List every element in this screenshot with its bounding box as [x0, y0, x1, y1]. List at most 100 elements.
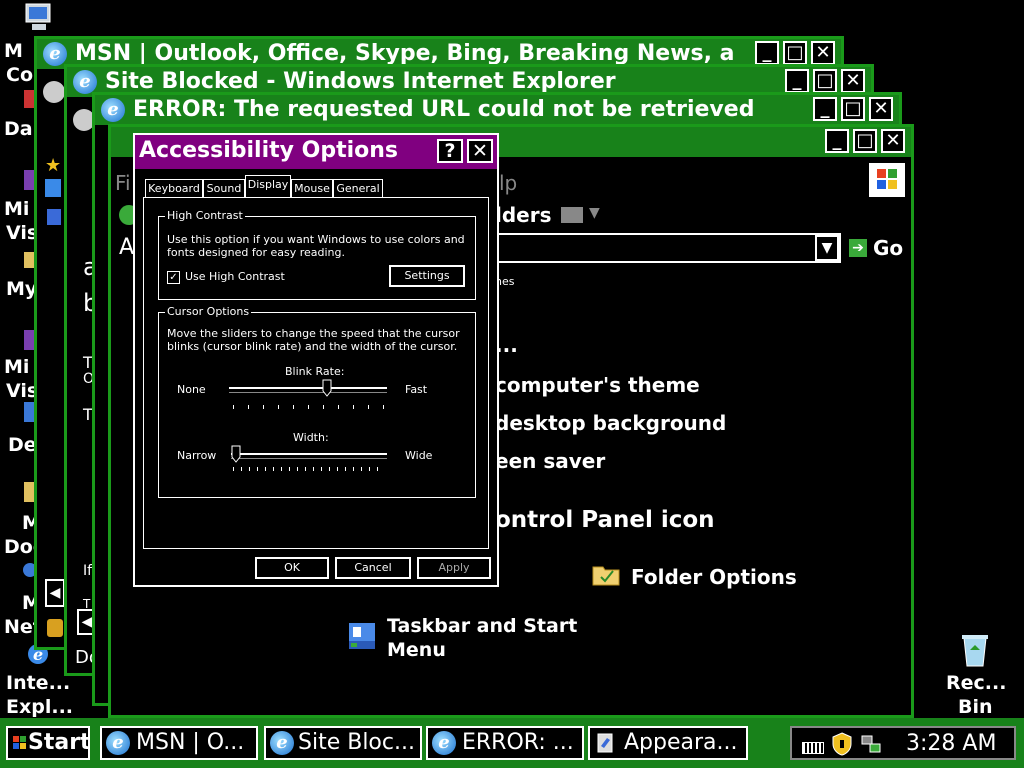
tab-display[interactable]: Display: [245, 175, 291, 198]
folder-options-link[interactable]: Folder Options: [631, 565, 797, 589]
tab-sound[interactable]: Sound: [203, 179, 245, 198]
maximize-button[interactable]: □: [783, 41, 807, 65]
keyboard-icon[interactable]: [802, 742, 824, 754]
control-panel-icon-link[interactable]: ontrol Panel icon: [495, 507, 715, 533]
address-dropdown-button[interactable]: ▼: [815, 235, 839, 261]
high-contrast-group: High Contrast Use this option if you wan…: [158, 209, 476, 300]
taskbar-start-menu-icon[interactable]: [347, 621, 377, 651]
windows-logo-icon: [13, 736, 26, 749]
blink-rate-ticks: [233, 405, 385, 409]
blink-rate-max-label: Fast: [405, 383, 428, 396]
maximize-button[interactable]: □: [841, 97, 865, 121]
cursor-options-description: Move the sliders to change the speed tha…: [167, 327, 460, 353]
scroll-left-button[interactable]: ◀: [45, 579, 65, 607]
taskbar-task-msn[interactable]: e MSN | O...: [100, 726, 258, 760]
tab-keyboard[interactable]: Keyboard: [145, 179, 203, 198]
go-button[interactable]: Go: [873, 236, 903, 260]
network-connection-icon[interactable]: [860, 734, 882, 754]
help-button[interactable]: ?: [437, 139, 463, 163]
menu-help[interactable]: lp: [499, 171, 517, 195]
start-button[interactable]: Start: [6, 726, 90, 760]
error-titlebar[interactable]: e ERROR: The requested URL could not be …: [95, 95, 899, 125]
task-label: ERROR: ...: [462, 730, 574, 755]
taskbar-task-error[interactable]: e ERROR: ...: [426, 726, 584, 760]
clock[interactable]: 3:28 AM: [906, 730, 996, 758]
dialog-title: Accessibility Options: [139, 138, 399, 163]
maximize-button[interactable]: □: [813, 69, 837, 93]
window-title: ERROR: The requested URL could not be re…: [133, 97, 753, 122]
taskbar-task-appearance[interactable]: Appeara...: [588, 726, 748, 760]
address-label: A: [119, 235, 135, 260]
security-icon: [47, 209, 61, 225]
blink-rate-slider-track[interactable]: [229, 387, 387, 393]
group-label: High Contrast: [165, 209, 245, 222]
close-button[interactable]: ✕: [811, 41, 835, 65]
checkbox-label[interactable]: Use High Contrast: [185, 270, 285, 283]
width-slider-thumb[interactable]: [231, 445, 241, 463]
apply-button[interactable]: Apply: [417, 557, 491, 579]
back-button[interactable]: [43, 81, 65, 103]
menu-file[interactable]: Fi: [115, 171, 131, 195]
internet-explorer-icon: e: [270, 731, 294, 755]
internet-explorer-icon: e: [101, 98, 125, 122]
taskbar-start-menu-link-line2[interactable]: Menu: [387, 639, 446, 661]
width-min-label: Narrow: [177, 449, 217, 462]
blink-rate-min-label: None: [177, 383, 206, 396]
control-panel-icon: [597, 733, 613, 753]
close-button[interactable]: ✕: [841, 69, 865, 93]
task-label: Site Bloc...: [298, 730, 415, 755]
minimize-button[interactable]: _: [755, 41, 779, 65]
task-label: MSN | O...: [136, 730, 245, 755]
tab-mouse[interactable]: Mouse: [291, 179, 333, 198]
cursor-options-group: Cursor Options Move the sliders to chang…: [158, 305, 476, 498]
address-bar[interactable]: [495, 233, 841, 263]
taskbar-task-site-blocked[interactable]: e Site Bloc...: [264, 726, 422, 760]
internet-explorer-icon: e: [73, 70, 97, 94]
page-letter: If: [83, 563, 93, 579]
minimize-button[interactable]: _: [825, 129, 849, 153]
accessibility-options-dialog[interactable]: Accessibility Options ? ✕ Keyboard Sound…: [133, 133, 499, 587]
minimize-button[interactable]: _: [813, 97, 837, 121]
maximize-button[interactable]: □: [853, 129, 877, 153]
close-button[interactable]: ✕: [467, 139, 493, 163]
internet-explorer-icon: e: [43, 42, 67, 66]
width-label: Width:: [293, 431, 329, 444]
computer-icon: [25, 3, 51, 30]
width-max-label: Wide: [405, 449, 433, 462]
choose-screen-saver-link[interactable]: een saver: [495, 449, 605, 473]
folders-button[interactable]: lders: [495, 203, 552, 227]
dialog-titlebar[interactable]: Accessibility Options ? ✕: [135, 135, 497, 169]
folder-options-icon[interactable]: [591, 561, 621, 587]
taskbar-start-menu-link[interactable]: Taskbar and Start: [387, 615, 577, 637]
views-icon[interactable]: [561, 207, 583, 223]
cancel-button[interactable]: Cancel: [335, 557, 411, 579]
minimize-button[interactable]: _: [785, 69, 809, 93]
desktop-icon-recycle-bin[interactable]: Rec... Bin: [940, 632, 1010, 718]
system-tray: 3:28 AM: [790, 726, 1016, 760]
internet-explorer-icon: e: [432, 731, 456, 755]
change-theme-link[interactable]: computer's theme: [495, 373, 700, 397]
tab-general[interactable]: General: [333, 179, 383, 198]
close-button[interactable]: ✕: [869, 97, 893, 121]
go-arrow-icon[interactable]: ➔: [849, 239, 867, 257]
change-desktop-background-link[interactable]: desktop background: [495, 411, 726, 435]
views-dropdown-icon[interactable]: ▼: [589, 205, 600, 221]
use-high-contrast-checkbox[interactable]: ✓: [167, 271, 180, 284]
display-tab-panel: High Contrast Use this option if you wan…: [143, 197, 489, 549]
blink-rate-slider-thumb[interactable]: [322, 379, 332, 397]
favorites-star-icon[interactable]: ★: [45, 155, 61, 176]
settings-button[interactable]: Settings: [389, 265, 465, 287]
task-label: Appeara...: [624, 730, 738, 755]
taskbar: Start e MSN | O... e Site Bloc... e ERRO…: [0, 718, 1024, 768]
windows-logo-icon: [869, 163, 905, 197]
ok-button[interactable]: OK: [255, 557, 329, 579]
page-icon: [45, 179, 61, 197]
close-button[interactable]: ✕: [881, 129, 905, 153]
start-label: Start: [28, 730, 90, 755]
desktop-icon-label: Rec...: [946, 672, 1007, 694]
desktop-icon-label: Bin: [958, 696, 993, 718]
security-shield-icon[interactable]: [832, 732, 852, 756]
internet-explorer-icon: e: [106, 731, 130, 755]
width-slider-track[interactable]: [231, 453, 387, 459]
width-ticks: [233, 467, 385, 471]
